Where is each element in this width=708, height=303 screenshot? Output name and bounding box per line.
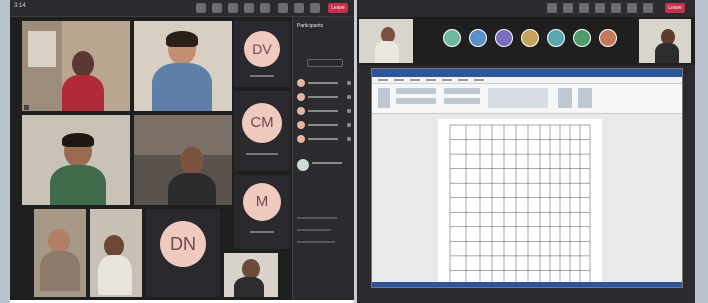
avatar-tile: DN bbox=[146, 209, 220, 297]
mic-icon[interactable] bbox=[643, 3, 653, 13]
word-window bbox=[371, 68, 683, 288]
document-page bbox=[438, 119, 602, 287]
video-tile bbox=[34, 209, 86, 297]
more-icon[interactable] bbox=[260, 3, 270, 13]
meeting-toolbar: Leave bbox=[357, 0, 695, 17]
camera-icon[interactable] bbox=[627, 3, 637, 13]
participant-chip[interactable] bbox=[443, 29, 461, 47]
participant-chip[interactable] bbox=[521, 29, 539, 47]
word-ribbon bbox=[372, 84, 682, 114]
document-table bbox=[449, 124, 591, 286]
participant-chip[interactable] bbox=[599, 29, 617, 47]
meeting-clock: 3:14 bbox=[14, 3, 26, 9]
participants-panel: Participants bbox=[292, 17, 354, 300]
page-margin-right bbox=[695, 0, 708, 303]
self-view-tile bbox=[224, 253, 278, 297]
video-tile bbox=[134, 21, 232, 111]
chat-icon[interactable] bbox=[547, 3, 557, 13]
participant-row[interactable] bbox=[297, 135, 351, 144]
video-tile bbox=[22, 21, 130, 111]
people-icon[interactable] bbox=[563, 3, 573, 13]
participant-avatar: DV bbox=[244, 31, 280, 67]
participant-chip[interactable] bbox=[547, 29, 565, 47]
participant-strip bbox=[357, 17, 695, 65]
dictate-icon[interactable] bbox=[578, 88, 592, 108]
participant-row[interactable] bbox=[297, 159, 351, 171]
participant-chip[interactable] bbox=[573, 29, 591, 47]
find-icon[interactable] bbox=[558, 88, 572, 108]
page-margin-left bbox=[0, 0, 10, 303]
share-invite-button[interactable] bbox=[307, 59, 343, 67]
chat-icon[interactable] bbox=[196, 3, 206, 13]
people-icon[interactable] bbox=[212, 3, 222, 13]
video-tile bbox=[359, 19, 413, 63]
self-view-tile bbox=[639, 19, 691, 63]
video-tile bbox=[22, 115, 130, 205]
participant-row[interactable] bbox=[297, 93, 351, 102]
reactions-icon[interactable] bbox=[228, 3, 238, 13]
participant-avatar: M bbox=[243, 183, 281, 221]
leave-button[interactable]: Leave bbox=[328, 3, 348, 13]
camera-icon[interactable] bbox=[278, 3, 288, 13]
reactions-icon[interactable] bbox=[579, 3, 589, 13]
share-icon[interactable] bbox=[310, 3, 320, 13]
leave-button[interactable]: Leave bbox=[665, 3, 685, 13]
video-tile bbox=[90, 209, 142, 297]
avatar-tile: DV bbox=[234, 21, 290, 87]
participant-row[interactable] bbox=[297, 121, 351, 130]
participant-avatar: DN bbox=[160, 221, 206, 267]
avatar-tile: CM bbox=[234, 91, 290, 171]
video-tile bbox=[134, 115, 232, 205]
participant-chip[interactable] bbox=[469, 29, 487, 47]
paste-icon[interactable] bbox=[378, 88, 390, 108]
word-status-bar bbox=[372, 282, 682, 287]
meeting-toolbar: 3:14 Leave bbox=[10, 0, 354, 17]
word-menu-bar bbox=[372, 77, 682, 84]
teams-gallery-screenshot: 3:14 Leave DN DV CM M Participants bbox=[10, 0, 354, 303]
word-title-bar bbox=[372, 69, 682, 77]
participant-row[interactable] bbox=[297, 107, 351, 116]
rooms-icon[interactable] bbox=[244, 3, 254, 13]
participant-row[interactable] bbox=[297, 79, 351, 88]
avatar-tile: M bbox=[234, 175, 290, 249]
more-icon[interactable] bbox=[611, 3, 621, 13]
teams-screen-share-screenshot: Leave bbox=[357, 0, 695, 303]
participants-panel-title: Participants bbox=[297, 23, 324, 29]
participant-chip[interactable] bbox=[495, 29, 513, 47]
rooms-icon[interactable] bbox=[595, 3, 605, 13]
participant-name-label bbox=[24, 105, 30, 110]
mic-icon[interactable] bbox=[294, 3, 304, 13]
participant-avatar: CM bbox=[242, 103, 282, 143]
